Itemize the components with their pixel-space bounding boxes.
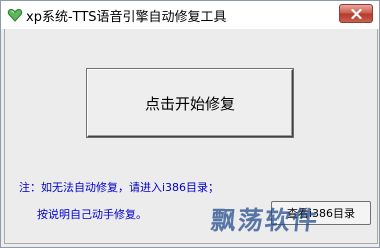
- title-bar[interactable]: xp系统-TTS语音引擎自动修复工具: [1, 1, 379, 29]
- start-repair-button[interactable]: 点击开始修复: [87, 69, 293, 137]
- start-repair-label: 点击开始修复: [144, 94, 235, 113]
- note-line-2: 按说明自己动手修复。: [37, 208, 147, 221]
- app-window: xp系统-TTS语音引擎自动修复工具 点击开始修复 注：如无法自动修复，请进入i…: [0, 0, 380, 248]
- view-i386-button[interactable]: 查看i386目录: [271, 201, 371, 225]
- note-line-1: 注：如无法自动修复，请进入i386目录；: [19, 181, 220, 194]
- client-area: 点击开始修复 注：如无法自动修复，请进入i386目录； 按说明自己动手修复。 查…: [4, 29, 378, 244]
- close-button[interactable]: [339, 4, 373, 23]
- green-heart-icon: [7, 7, 23, 23]
- window-title: xp系统-TTS语音引擎自动修复工具: [26, 10, 227, 25]
- close-icon: [351, 9, 362, 19]
